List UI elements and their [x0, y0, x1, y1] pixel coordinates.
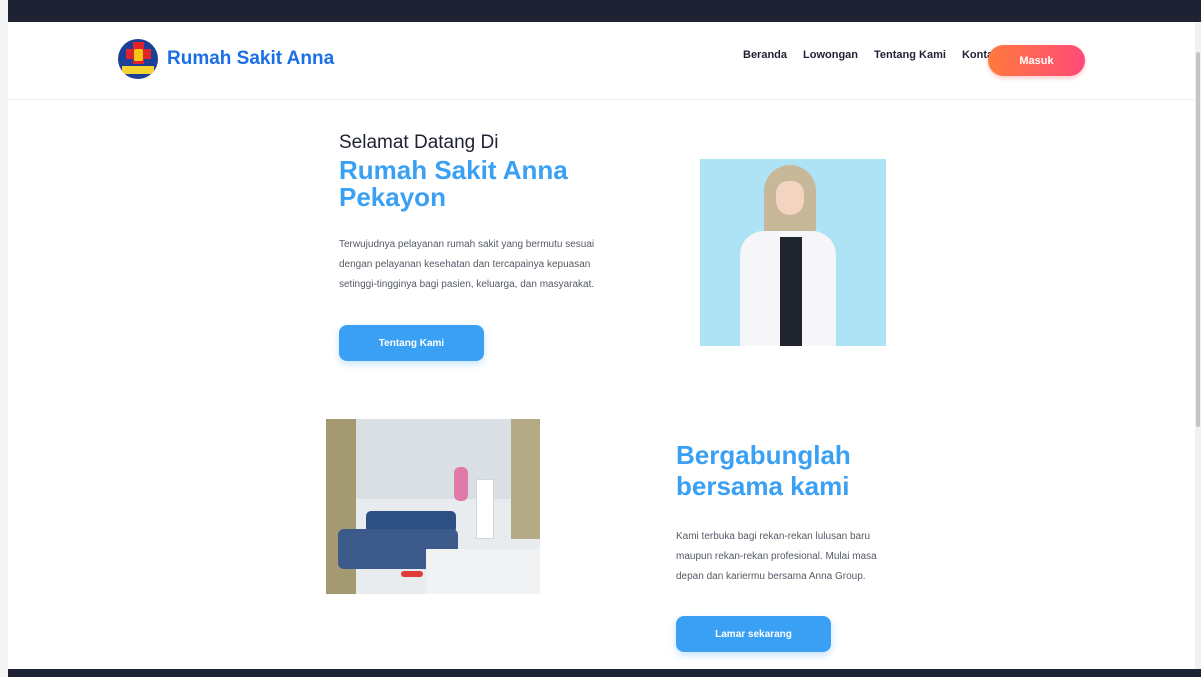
nav-link-lowongan[interactable]: Lowongan	[803, 49, 858, 61]
nav-link-beranda[interactable]: Beranda	[743, 49, 787, 61]
doctor-photo	[700, 159, 886, 346]
hero-subtitle: Selamat Datang Di	[339, 132, 499, 153]
login-button[interactable]: Masuk	[988, 45, 1085, 76]
hero-title: Rumah Sakit Anna Pekayon	[339, 155, 568, 212]
hospital-logo-icon	[118, 39, 158, 79]
scrollbar-thumb[interactable]	[1196, 52, 1200, 427]
hospital-ward-photo	[326, 419, 540, 594]
brand[interactable]: Rumah Sakit Anna	[118, 39, 334, 79]
hero-description: Terwujudnya pelayanan rumah sakit yang b…	[339, 239, 595, 290]
scrollbar[interactable]	[1195, 22, 1201, 669]
window-top-bar	[8, 0, 1201, 22]
join-description: Kami terbuka bagi rekan-rekan lulusan ba…	[676, 531, 877, 582]
about-us-button[interactable]: Tentang Kami	[339, 325, 484, 361]
nav-link-tentang-kami[interactable]: Tentang Kami	[874, 49, 946, 61]
navbar: Rumah Sakit Anna Beranda Lowongan Tentan…	[8, 22, 1195, 100]
main-nav: Beranda Lowongan Tentang Kami Kontak	[743, 49, 999, 61]
footer-bar	[8, 669, 1201, 677]
join-title: Bergabunglah bersama kami	[676, 440, 851, 501]
apply-now-button[interactable]: Lamar sekarang	[676, 616, 831, 652]
brand-name: Rumah Sakit Anna	[167, 48, 335, 69]
window-left-edge	[0, 0, 8, 677]
